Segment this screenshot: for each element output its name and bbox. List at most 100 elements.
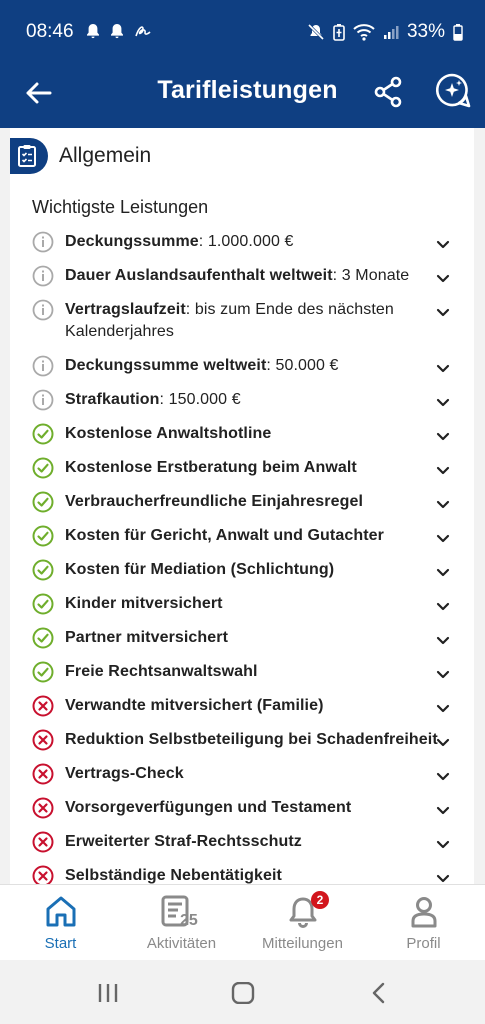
chevron-down-icon[interactable] — [436, 429, 450, 441]
check-circle-icon — [32, 491, 54, 513]
benefit-item[interactable]: Vertragslaufzeit: bis zum Ende des nächs… — [10, 293, 474, 349]
info-icon — [32, 389, 54, 411]
benefit-item[interactable]: Strafkaution: 150.000 € — [10, 383, 474, 417]
benefit-label: Verwandte mitversichert (Familie) — [65, 697, 324, 714]
wifi-icon — [353, 24, 375, 41]
benefit-item[interactable]: Deckungssumme: 1.000.000 € — [10, 225, 474, 259]
benefit-value: : 3 Monate — [332, 267, 410, 284]
benefit-text: Vorsorgeverfügungen und Testament — [65, 797, 438, 819]
chevron-down-icon[interactable] — [436, 871, 450, 883]
benefit-label: Reduktion Selbstbeteiligung bei Schadenf… — [65, 731, 438, 748]
benefit-label: Vorsorgeverfügungen und Testament — [65, 799, 352, 816]
cross-circle-icon — [32, 797, 54, 819]
chat-assistant-icon[interactable] — [433, 72, 471, 110]
home-button-icon[interactable] — [231, 982, 255, 1004]
chevron-down-icon[interactable] — [436, 531, 450, 543]
benefit-text: Kosten für Mediation (Schlichtung) — [65, 559, 438, 581]
benefit-item[interactable]: Kostenlose Anwaltshotline — [10, 417, 474, 451]
benefit-item[interactable]: Freie Rechtsanwaltswahl — [10, 655, 474, 689]
benefit-item[interactable]: Partner mitversichert — [10, 621, 474, 655]
chevron-down-icon[interactable] — [436, 565, 450, 577]
chevron-down-icon[interactable] — [436, 667, 450, 679]
chevron-down-icon[interactable] — [436, 599, 450, 611]
chevron-down-icon[interactable] — [436, 837, 450, 849]
benefit-item[interactable]: Vertrags-Check — [10, 757, 474, 791]
chevron-down-icon[interactable] — [436, 237, 450, 249]
benefit-label: Deckungssumme — [65, 233, 199, 250]
benefit-item[interactable]: Vorsorgeverfügungen und Testament — [10, 791, 474, 825]
chevron-down-icon[interactable] — [436, 769, 450, 781]
benefit-text: Kostenlose Anwaltshotline — [65, 423, 438, 445]
check-circle-icon — [32, 525, 54, 547]
clipboard-icon — [18, 145, 36, 167]
app-bar: Tarifleistungen — [0, 64, 485, 128]
benefit-item[interactable]: Kostenlose Erstberatung beim Anwalt — [10, 451, 474, 485]
nav-start[interactable]: Start — [0, 885, 121, 961]
notification-badge: 2 — [311, 891, 329, 909]
info-icon — [32, 265, 54, 287]
share-icon[interactable] — [373, 76, 403, 108]
benefit-item[interactable]: Verbraucherfreundliche Einjahresregel — [10, 485, 474, 519]
benefit-label: Deckungssumme weltweit — [65, 357, 267, 374]
benefit-text: Reduktion Selbstbeteiligung bei Schadenf… — [65, 729, 438, 751]
benefit-text: Selbständige Nebentätigkeit — [65, 865, 438, 884]
benefit-item[interactable]: Kosten für Mediation (Schlichtung) — [10, 553, 474, 587]
section-tab — [10, 138, 48, 174]
benefit-item[interactable]: Dauer Auslandsaufenthalt weltweit: 3 Mon… — [10, 259, 474, 293]
nav-notifications-label: Mitteilungen — [262, 935, 343, 952]
benefits-list: Deckungssumme: 1.000.000 € Dauer Auslands… — [10, 225, 474, 884]
nav-activities-label: Aktivitäten — [146, 935, 217, 952]
nav-activities[interactable]: 25 Aktivitäten — [121, 885, 242, 961]
benefit-text: Deckungssumme weltweit: 50.000 € — [65, 355, 438, 377]
chevron-down-icon[interactable] — [436, 735, 450, 747]
cross-circle-icon — [32, 729, 54, 751]
benefit-label: Dauer Auslandsaufenthalt weltweit — [65, 267, 333, 284]
benefit-text: Strafkaution: 150.000 € — [65, 389, 438, 411]
benefit-text: Erweiterter Straf-Rechtsschutz — [65, 831, 438, 853]
cross-circle-icon — [32, 763, 54, 785]
chevron-down-icon[interactable] — [436, 305, 450, 317]
chevron-down-icon[interactable] — [436, 395, 450, 407]
benefit-item[interactable]: Reduktion Selbstbeteiligung bei Schadenf… — [10, 723, 474, 757]
benefit-item[interactable]: Selbständige Nebentätigkeit — [10, 859, 474, 884]
nav-notifications[interactable]: 2 Mitteilungen — [242, 885, 363, 961]
activities-icon: 25 — [161, 895, 197, 929]
benefit-text: Vertragslaufzeit: bis zum Ende des nächs… — [65, 299, 438, 343]
check-circle-icon — [32, 423, 54, 445]
check-circle-icon — [32, 593, 54, 615]
back-button-icon[interactable] — [370, 982, 388, 1004]
battery-saver-icon — [333, 24, 345, 41]
chevron-down-icon[interactable] — [436, 497, 450, 509]
chevron-down-icon[interactable] — [436, 361, 450, 373]
nav-profile-label: Profil — [406, 935, 441, 952]
benefit-item[interactable]: Erweiterter Straf-Rechtsschutz — [10, 825, 474, 859]
signal-icon — [383, 26, 399, 39]
chevron-down-icon[interactable] — [436, 701, 450, 713]
recent-apps-icon[interactable] — [96, 982, 120, 1004]
benefit-text: Deckungssumme: 1.000.000 € — [65, 231, 438, 253]
benefit-item[interactable]: Verwandte mitversichert (Familie) — [10, 689, 474, 723]
chevron-down-icon[interactable] — [436, 803, 450, 815]
cross-circle-icon — [32, 865, 54, 884]
nav-start-label: Start — [44, 935, 77, 952]
benefit-item[interactable]: Kinder mitversichert — [10, 587, 474, 621]
chevron-down-icon[interactable] — [436, 633, 450, 645]
benefit-label: Kosten für Gericht, Anwalt und Gutachter — [65, 527, 384, 544]
page-title: Tarifleistungen — [157, 76, 338, 104]
benefit-label: Verbraucherfreundliche Einjahresregel — [65, 493, 364, 510]
benefit-label: Selbständige Nebentätigkeit — [65, 867, 282, 884]
chevron-down-icon[interactable] — [436, 271, 450, 283]
chevron-down-icon[interactable] — [436, 463, 450, 475]
nav-profile[interactable]: Profil — [363, 885, 484, 961]
info-icon — [32, 231, 54, 253]
benefit-item[interactable]: Deckungssumme weltweit: 50.000 € — [10, 349, 474, 383]
benefit-value: : 150.000 € — [159, 391, 241, 408]
benefit-text: Verbraucherfreundliche Einjahresregel — [65, 491, 438, 513]
battery-icon — [453, 24, 463, 41]
cross-circle-icon — [32, 695, 54, 717]
benefit-text: Verwandte mitversichert (Familie) — [65, 695, 438, 717]
signature-icon — [135, 26, 151, 37]
check-circle-icon — [32, 457, 54, 479]
benefit-text: Kinder mitversichert — [65, 593, 438, 615]
benefit-item[interactable]: Kosten für Gericht, Anwalt und Gutachter — [10, 519, 474, 553]
